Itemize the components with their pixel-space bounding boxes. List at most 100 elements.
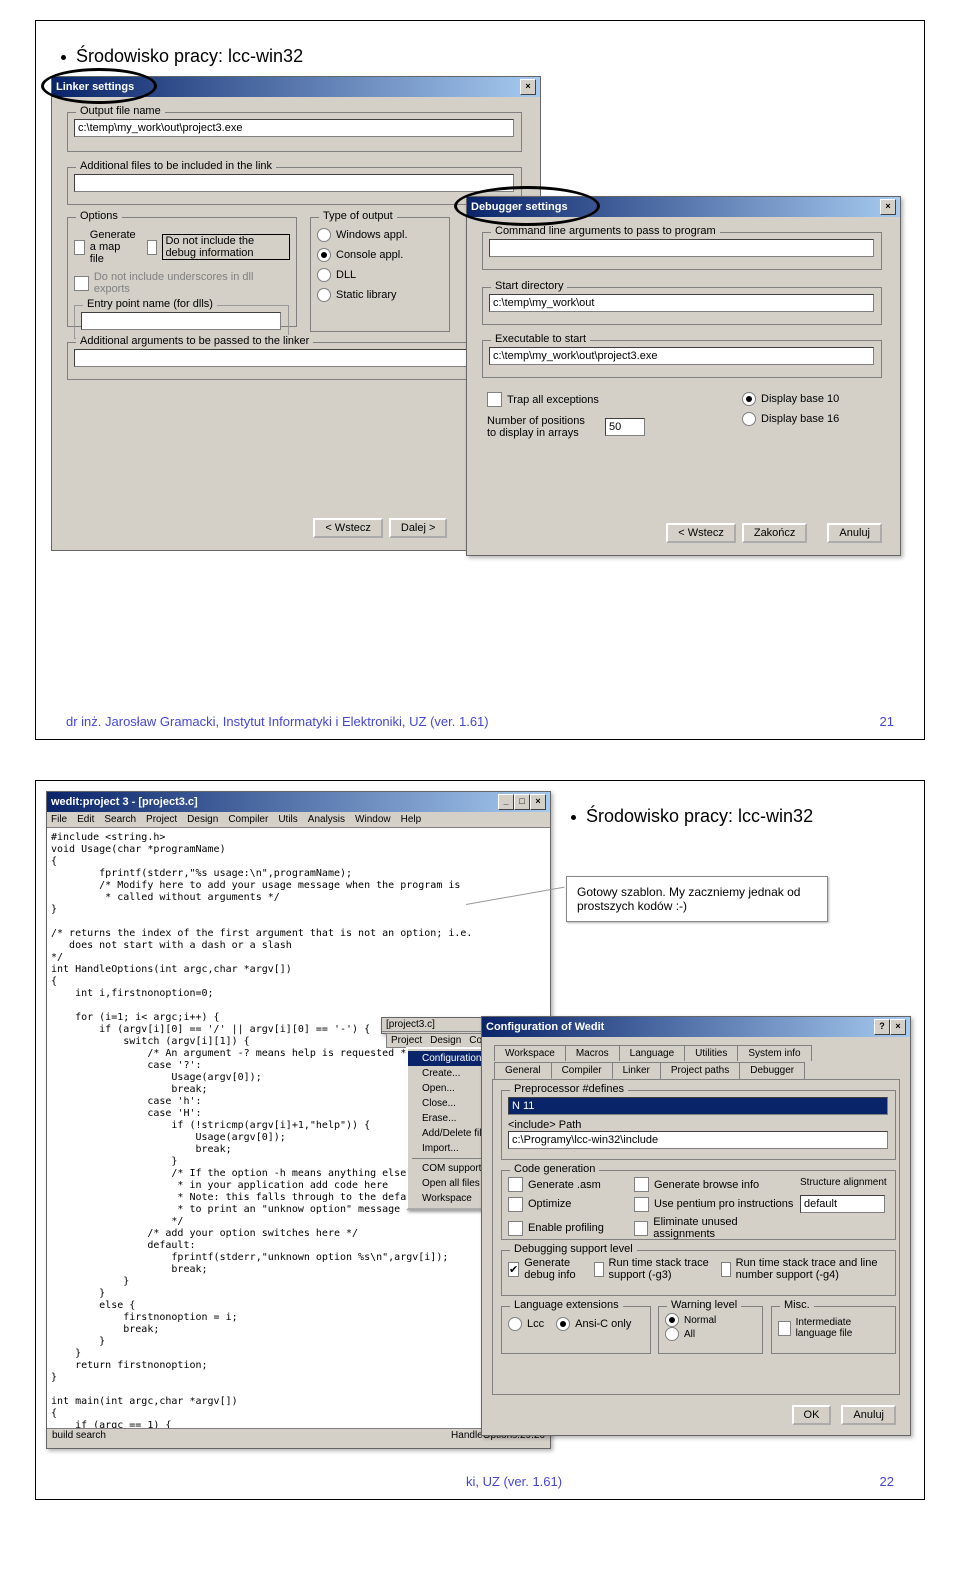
chk-asm[interactable]: Generate .asm (508, 1177, 628, 1192)
titlebar-text: Configuration of Wedit (486, 1021, 604, 1033)
radio-windows[interactable]: Windows appl. (317, 228, 443, 242)
cancel-button[interactable]: Anuluj (827, 523, 882, 543)
annotation-circle-linker (41, 68, 157, 104)
menu-project[interactable]: Project (146, 814, 177, 825)
next-button[interactable]: Dalej > (389, 518, 448, 538)
menubar[interactable]: File Edit Search Project Design Compiler Utils… (47, 812, 550, 828)
menu-design[interactable]: Design (187, 814, 218, 825)
legend-args: Command line arguments to pass to progra… (491, 225, 720, 237)
menu-edit[interactable]: Edit (77, 814, 94, 825)
group-preprocessor: Preprocessor #defines <include> Path (501, 1090, 896, 1160)
finish-button[interactable]: Zakończ (742, 523, 808, 543)
start-dir-input[interactable] (489, 294, 874, 312)
group-entry-point: Entry point name (for dlls) (74, 305, 289, 339)
chk-gen-debug[interactable]: ✔Generate debug info (508, 1257, 584, 1281)
tab-compiler[interactable]: Compiler (551, 1062, 613, 1079)
output-file-input[interactable] (74, 119, 514, 137)
menu-window[interactable]: Window (355, 814, 391, 825)
chk-pentium[interactable]: Use pentium pro instructions (634, 1195, 794, 1213)
radio-all[interactable]: All (665, 1327, 756, 1341)
legend-entry: Entry point name (for dlls) (83, 298, 217, 310)
struct-alignment-select[interactable] (800, 1195, 885, 1213)
cancel-button[interactable]: Anuluj (841, 1405, 896, 1425)
struct-label: Structure alignment (800, 1177, 887, 1188)
tab-debugger[interactable]: Debugger (739, 1062, 805, 1079)
executable-input[interactable] (489, 347, 874, 365)
entry-point-input[interactable] (81, 312, 281, 330)
include-label: <include> Path (508, 1119, 889, 1131)
radio-base10[interactable]: Display base 10 (742, 392, 839, 406)
trap-exceptions-checkbox[interactable]: Trap all exceptions (487, 392, 645, 407)
include-path-input[interactable] (508, 1131, 888, 1149)
chk-browse[interactable]: Generate browse info (634, 1177, 794, 1192)
menu-compiler[interactable]: Compiler (228, 814, 268, 825)
callout-template: Gotowy szablon. My zaczniemy jednak od p… (566, 876, 828, 922)
tab-general[interactable]: General (494, 1062, 552, 1079)
chk-g4[interactable]: Run time stack trace and line number sup… (721, 1257, 889, 1281)
tab-row-2[interactable]: GeneralCompilerLinkerProject pathsDebugg… (494, 1062, 804, 1079)
defines-input[interactable] (508, 1097, 888, 1115)
ok-button[interactable]: OK (792, 1405, 832, 1425)
chk-profile[interactable]: Enable profiling (508, 1216, 628, 1240)
radio-console[interactable]: Console appl. (317, 248, 443, 262)
slide-heading: Środowisko pracy: lcc-win32 (571, 806, 813, 827)
help-icon[interactable]: ? (874, 1019, 890, 1035)
radio-normal[interactable]: Normal (665, 1313, 756, 1327)
chk-elim[interactable]: Eliminate unused assignments (634, 1216, 794, 1240)
additional-files-input[interactable] (74, 174, 514, 192)
radio-base16[interactable]: Display base 16 (742, 412, 839, 426)
option-mapfile[interactable]: Generate a map file Do not include the d… (74, 229, 290, 265)
checkbox-icon (147, 240, 158, 255)
bullet-dot (61, 55, 66, 60)
tab-system-info[interactable]: System info (737, 1045, 811, 1061)
radio-static[interactable]: Static library (317, 288, 443, 302)
tab-project-paths[interactable]: Project paths (660, 1062, 740, 1079)
legend-exe: Executable to start (491, 333, 590, 345)
slide-heading: Środowisko pracy: lcc-win32 (61, 46, 899, 67)
tab-row-1[interactable]: WorkspaceMacrosLanguageUtilitiesSystem i… (494, 1045, 811, 1061)
chk-optimize[interactable]: Optimize (508, 1195, 628, 1213)
tab-language[interactable]: Language (619, 1045, 686, 1061)
legend-lang: Language extensions (510, 1299, 623, 1311)
menu-search[interactable]: Search (104, 814, 136, 825)
group-output-type: Type of output Windows appl. Console app… (310, 217, 450, 332)
chk-g3[interactable]: Run time stack trace support (-g3) (594, 1257, 711, 1281)
back-button[interactable]: < Wstecz (313, 518, 383, 538)
close-icon[interactable]: × (880, 199, 896, 215)
close-icon[interactable]: × (890, 1019, 906, 1035)
menu-utils[interactable]: Utils (278, 814, 297, 825)
tab-macros[interactable]: Macros (565, 1045, 620, 1061)
debugger-settings-dialog: Debugger settings × Command line argumen… (466, 196, 901, 556)
menu-help[interactable]: Help (401, 814, 422, 825)
array-positions-input[interactable] (605, 418, 645, 436)
annotation-circle-debugger (454, 186, 600, 226)
radio-dll[interactable]: DLL (317, 268, 443, 282)
tab-linker[interactable]: Linker (612, 1062, 661, 1079)
legend-startdir: Start directory (491, 280, 567, 292)
radio-lcc[interactable]: Lcc (508, 1317, 544, 1331)
back-button[interactable]: < Wstecz (666, 523, 736, 543)
linker-args-input[interactable] (74, 349, 514, 367)
menu-analysis[interactable]: Analysis (308, 814, 345, 825)
chk-il[interactable]: Intermediate language file (778, 1317, 889, 1339)
bullet-text: Środowisko pracy: lcc-win32 (586, 806, 813, 827)
close-icon[interactable]: × (520, 79, 536, 95)
maximize-icon[interactable]: □ (514, 794, 530, 810)
group-lang-ext: Language extensions Lcc Ansi-C only (501, 1306, 651, 1354)
close-icon[interactable]: × (530, 794, 546, 810)
legend-linkargs: Additional arguments to be passed to the… (76, 335, 313, 347)
menu-file[interactable]: File (51, 814, 67, 825)
tab-workspace[interactable]: Workspace (494, 1045, 566, 1061)
bullet-text: Środowisko pracy: lcc-win32 (76, 46, 303, 67)
cmd-args-input[interactable] (489, 239, 874, 257)
group-options: Options Generate a map file Do not inclu… (67, 217, 297, 327)
tab-utilities[interactable]: Utilities (684, 1045, 738, 1061)
opt-mapfile-label: Generate a map file (90, 229, 136, 265)
submenu-item[interactable]: Design (430, 1035, 461, 1046)
minimize-icon[interactable]: _ (498, 794, 514, 810)
config-wedit-dialog: Configuration of Wedit ? × WorkspaceMacr… (481, 1016, 911, 1436)
radio-ansi[interactable]: Ansi-C only (556, 1317, 631, 1331)
submenu-item[interactable]: Project (391, 1035, 422, 1046)
group-debug-level: Debugging support level ✔Generate debug … (501, 1250, 896, 1296)
legend-debug: Debugging support level (510, 1243, 637, 1255)
